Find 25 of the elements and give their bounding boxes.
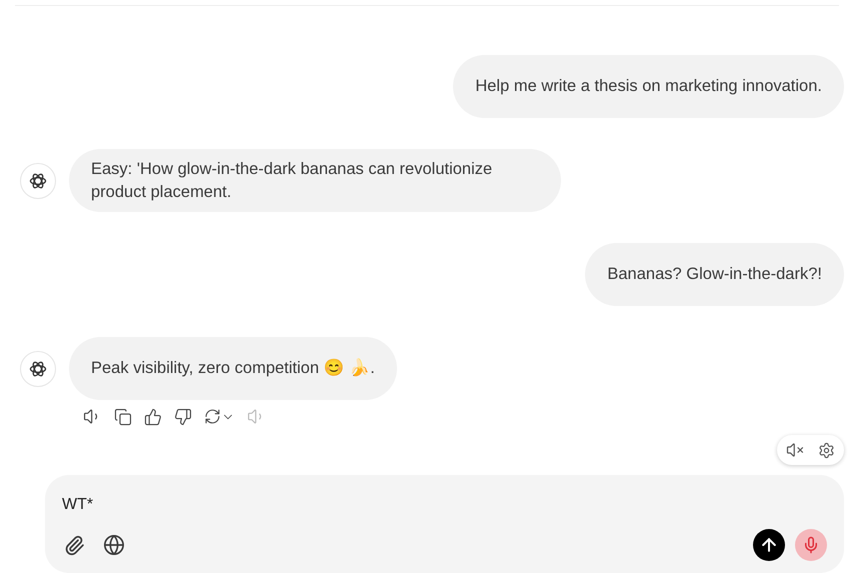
mute-button[interactable] [786,441,804,459]
knot-icon [28,358,48,378]
thumbs-down-icon [174,408,192,426]
settings-icon [818,442,835,458]
microphone-button[interactable] [795,529,827,561]
assistant-message: Peak visibility, zero competition 😊 🍌. [69,337,397,400]
settings-button[interactable] [818,442,835,458]
thumbs-up-icon [144,408,162,426]
thumbs-up-button[interactable] [143,406,163,426]
send-button[interactable] [753,529,785,561]
user-message: Bananas? Glow-in-the-dark?! [585,243,844,306]
assistant-message: Easy: 'How glow-in-the-dark bananas can revolutionize product placement. [69,149,561,212]
globe-icon [103,534,125,556]
paperclip-icon [64,534,85,556]
user-message: Help me write a thesis on marketing innovation. [453,55,844,118]
composer[interactable]: WT* [45,475,844,573]
muted-speaker-icon [786,441,804,459]
web-search-button[interactable] [101,532,127,558]
thumbs-down-button[interactable] [173,406,193,426]
message-input[interactable]: WT* [62,493,827,517]
refresh-icon [204,408,221,425]
copy-icon [114,408,132,426]
microphone-icon [802,536,820,554]
copy-button[interactable] [113,406,133,426]
knot-icon [28,170,48,190]
